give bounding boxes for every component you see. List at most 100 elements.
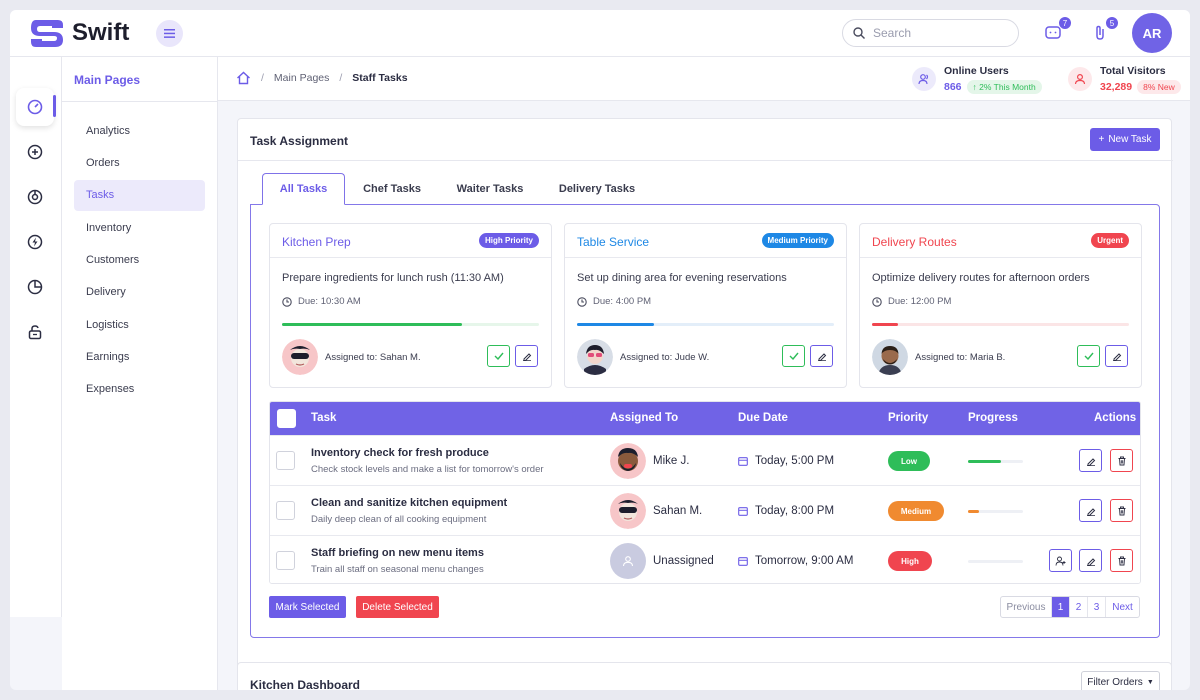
- delete-button[interactable]: [1110, 499, 1133, 522]
- total-visitors-label: Total Visitors: [1100, 65, 1166, 77]
- brand-logo[interactable]: Swift: [28, 16, 129, 50]
- progress-fill: [968, 460, 1001, 463]
- pencil-icon: [1086, 457, 1095, 466]
- sidebar-item-expenses[interactable]: Expenses: [74, 374, 205, 405]
- complete-button[interactable]: [782, 345, 805, 367]
- delete-button[interactable]: [1110, 449, 1133, 472]
- rail-reports[interactable]: [16, 178, 54, 216]
- row-checkbox[interactable]: [276, 451, 295, 470]
- delete-button[interactable]: [1110, 549, 1133, 572]
- rail-power[interactable]: [16, 223, 54, 261]
- clock-icon: [282, 296, 292, 307]
- online-users-stat: Online Users 866 ↑ 2% This Month: [912, 65, 1042, 94]
- swift-logo-icon: [31, 20, 63, 47]
- task-card[interactable]: Delivery Routes Urgent Optimize delivery…: [859, 223, 1142, 388]
- pagination-page[interactable]: 2: [1070, 597, 1088, 617]
- task-card-description: Optimize delivery routes for afternoon o…: [872, 272, 1090, 284]
- column-header: Actions: [1094, 412, 1137, 424]
- filter-orders-dropdown[interactable]: Filter Orders ▼: [1081, 671, 1160, 690]
- sidebar-item-orders[interactable]: Orders: [74, 148, 205, 179]
- search-input[interactable]: Search: [842, 19, 1019, 47]
- menu-toggle-button[interactable]: [156, 20, 183, 47]
- unlock-icon: [28, 325, 42, 340]
- pagination-page[interactable]: 3: [1088, 597, 1106, 617]
- plus-circle-icon: [27, 144, 43, 160]
- new-task-button[interactable]: + New Task: [1090, 128, 1160, 151]
- sidebar-title: Main Pages: [74, 73, 141, 87]
- tab-all-tasks[interactable]: All Tasks: [262, 173, 345, 205]
- avatar-placeholder: [610, 543, 646, 579]
- rail-dashboard[interactable]: [16, 88, 54, 126]
- row-progress: [968, 560, 1023, 563]
- edit-button[interactable]: [810, 345, 833, 367]
- progress-fill: [968, 510, 979, 513]
- pagination-page[interactable]: 1: [1052, 597, 1070, 617]
- task-title: Staff briefing on new menu items: [311, 547, 484, 559]
- gauge-icon: [27, 99, 43, 115]
- sidebar-item-customers[interactable]: Customers: [74, 245, 205, 276]
- tab-chef-tasks[interactable]: Chef Tasks: [352, 173, 432, 205]
- edit-button[interactable]: [515, 345, 538, 367]
- app-frame: Swift Search 7 5 AR Main Pages Analytics…: [10, 10, 1190, 690]
- assign-user-button[interactable]: [1049, 549, 1072, 572]
- task-card[interactable]: Kitchen Prep High Priority Prepare ingre…: [269, 223, 552, 388]
- menu-icon: [164, 29, 175, 38]
- select-all-checkbox[interactable]: [277, 409, 296, 428]
- task-card-description: Prepare ingredients for lunch rush (11:3…: [282, 272, 504, 284]
- mark-selected-button[interactable]: Mark Selected: [269, 596, 346, 618]
- breadcrumb-parent[interactable]: Main Pages: [274, 72, 329, 84]
- sidebar-item-analytics[interactable]: Analytics: [74, 116, 205, 147]
- sidebar-item-delivery[interactable]: Delivery: [74, 277, 205, 308]
- avatar: [610, 443, 646, 479]
- rail-security[interactable]: [16, 313, 54, 351]
- trash-icon: [1118, 556, 1125, 565]
- table-row[interactable]: Clean and sanitize kitchen equipment Dai…: [270, 485, 1140, 535]
- home-icon[interactable]: [236, 71, 251, 85]
- row-checkbox[interactable]: [276, 501, 295, 520]
- row-progress: [968, 510, 1023, 513]
- due-date: Tomorrow, 9:00 AM: [755, 555, 854, 567]
- task-title: Inventory check for fresh produce: [311, 447, 489, 459]
- sidebar-item-logistics[interactable]: Logistics: [74, 310, 205, 341]
- rail-add[interactable]: [16, 133, 54, 171]
- delete-selected-button[interactable]: Delete Selected: [356, 596, 439, 618]
- edit-button[interactable]: [1079, 549, 1102, 572]
- edit-button[interactable]: [1105, 345, 1128, 367]
- priority-badge: Urgent: [1091, 233, 1129, 248]
- tab-delivery-tasks[interactable]: Delivery Tasks: [549, 173, 645, 205]
- table-row[interactable]: Staff briefing on new menu items Train a…: [270, 535, 1140, 583]
- pencil-icon: [1086, 557, 1095, 566]
- edit-button[interactable]: [1079, 449, 1102, 472]
- pagination-next[interactable]: Next: [1106, 597, 1139, 617]
- column-header: Priority: [888, 412, 929, 424]
- task-card-progress: [282, 323, 539, 326]
- sidebar-item-earnings[interactable]: Earnings: [74, 342, 205, 373]
- pagination-previous[interactable]: Previous: [1001, 597, 1052, 617]
- breadcrumb-separator: /: [339, 72, 343, 84]
- users-icon: [912, 67, 936, 91]
- user-avatar[interactable]: AR: [1132, 13, 1172, 53]
- edit-button[interactable]: [1079, 499, 1102, 522]
- complete-button[interactable]: [1077, 345, 1100, 367]
- card-title: Kitchen Dashboard: [250, 678, 361, 690]
- sidebar-item-inventory[interactable]: Inventory: [74, 213, 205, 244]
- table-row[interactable]: Inventory check for fresh produce Check …: [270, 435, 1140, 485]
- check-icon: [1084, 352, 1094, 360]
- sidebar-item-tasks[interactable]: Tasks: [74, 180, 205, 211]
- row-checkbox[interactable]: [276, 551, 295, 570]
- online-users-value: 866: [944, 81, 962, 93]
- trash-icon: [1118, 456, 1125, 465]
- donut-chart-icon: [27, 189, 43, 205]
- attachments-button[interactable]: 5: [1089, 16, 1119, 44]
- caret-down-icon: ▼: [1146, 679, 1154, 686]
- messages-button[interactable]: 7: [1042, 16, 1072, 44]
- complete-button[interactable]: [487, 345, 510, 367]
- task-description: Daily deep clean of all cooking equipmen…: [311, 514, 487, 525]
- task-table: Task Assigned To Due Date Priority Progr…: [269, 401, 1141, 584]
- priority-pill: Medium: [888, 501, 944, 521]
- rail-analytics[interactable]: [16, 268, 54, 306]
- task-card[interactable]: Table Service Medium Priority Set up din…: [564, 223, 847, 388]
- tab-waiter-tasks[interactable]: Waiter Tasks: [446, 173, 534, 205]
- calendar-icon: [738, 507, 748, 516]
- total-visitors-value: 32,289: [1100, 81, 1133, 93]
